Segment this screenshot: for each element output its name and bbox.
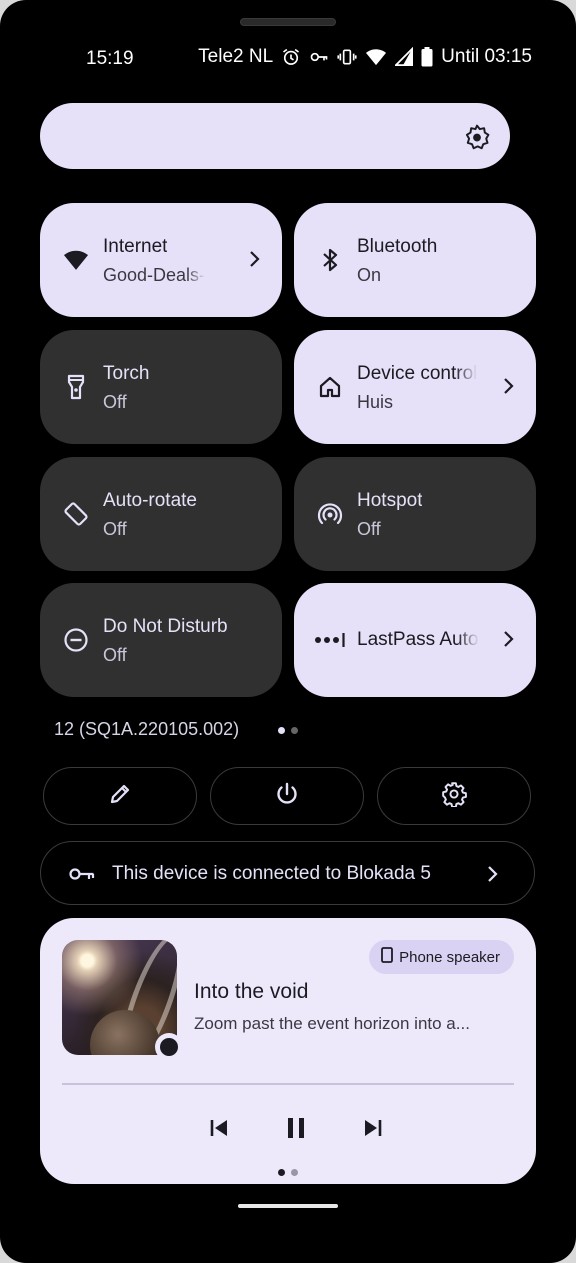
settings-button[interactable] bbox=[377, 767, 531, 825]
build-number[interactable]: 12 (SQ1A.220105.002) bbox=[54, 719, 239, 740]
output-device-label: Phone speaker bbox=[399, 948, 500, 966]
carrier-name: Tele2 NL bbox=[198, 46, 274, 67]
vpn-key-icon bbox=[309, 47, 329, 67]
tile-label: Internet bbox=[103, 236, 168, 257]
wifi-icon bbox=[62, 246, 90, 274]
tile-status: On bbox=[357, 265, 382, 285]
hotspot-icon bbox=[316, 500, 344, 528]
tile-label: Device controls bbox=[357, 363, 477, 384]
settings-icon bbox=[441, 781, 467, 812]
alarm-icon bbox=[281, 47, 301, 67]
phone-screen: 15:19 Tele2 NL Until 03:15 Internet Good… bbox=[0, 0, 576, 1263]
chevron-right-icon bbox=[502, 630, 514, 653]
next-icon bbox=[362, 1117, 384, 1144]
tile-internet[interactable]: Internet Good-Deals- bbox=[40, 203, 282, 317]
rotate-icon bbox=[62, 500, 90, 528]
pause-button[interactable] bbox=[281, 1115, 311, 1145]
wifi-icon bbox=[365, 47, 387, 67]
media-page-indicator bbox=[278, 1169, 298, 1176]
chevron-right-icon bbox=[486, 865, 498, 889]
bluetooth-icon bbox=[316, 246, 344, 274]
media-subtitle: Zoom past the event horizon into a... bbox=[194, 1014, 470, 1033]
vpn-key-icon bbox=[69, 864, 95, 890]
pause-icon bbox=[285, 1116, 307, 1145]
dnd-icon bbox=[62, 626, 90, 654]
tile-torch[interactable]: Torch Off bbox=[40, 330, 282, 444]
tile-label: Hotspot bbox=[357, 490, 423, 511]
tile-auto-rotate[interactable]: Auto-rotate Off bbox=[40, 457, 282, 571]
brightness-slider[interactable] bbox=[40, 103, 510, 169]
torch-icon bbox=[62, 373, 90, 401]
page-dot bbox=[291, 1169, 298, 1176]
status-time: 15:19 bbox=[86, 48, 134, 69]
phone-icon bbox=[381, 947, 393, 967]
tile-lastpass-autofill[interactable]: LastPass Autofill bbox=[294, 583, 536, 697]
speaker-grill bbox=[240, 18, 336, 26]
tile-status: Huis bbox=[357, 392, 394, 412]
previous-icon bbox=[208, 1117, 230, 1144]
tile-device-controls[interactable]: Device controls Huis bbox=[294, 330, 536, 444]
tile-label: Auto-rotate bbox=[103, 490, 197, 511]
chevron-right-icon bbox=[502, 377, 514, 400]
power-button[interactable] bbox=[210, 767, 364, 825]
status-icons: Tele2 NL Until 03:15 bbox=[198, 46, 532, 68]
tile-status: Off bbox=[103, 645, 127, 665]
chevron-right-icon bbox=[248, 250, 260, 273]
page-indicator bbox=[278, 727, 298, 734]
media-title: Into the void bbox=[194, 980, 309, 1003]
page-dot bbox=[278, 727, 285, 734]
tile-label: Torch bbox=[103, 363, 150, 384]
home-icon bbox=[316, 373, 344, 401]
tile-status: Good-Deals- bbox=[103, 265, 206, 285]
tile-label: Bluetooth bbox=[357, 236, 438, 257]
media-player-card[interactable]: Phone speaker Into the void Zoom past th… bbox=[40, 918, 536, 1184]
battery-icon bbox=[421, 47, 433, 67]
brightness-icon bbox=[464, 124, 490, 155]
drag-handle[interactable] bbox=[238, 1204, 338, 1208]
tile-do-not-disturb[interactable]: Do Not Disturb Off bbox=[40, 583, 282, 697]
password-icon bbox=[314, 626, 346, 654]
next-button[interactable] bbox=[358, 1115, 388, 1145]
tile-status: Off bbox=[103, 392, 127, 412]
tile-bluetooth[interactable]: Bluetooth On bbox=[294, 203, 536, 317]
vpn-notice-text: This device is connected to Blokada 5 bbox=[112, 863, 431, 884]
app-badge-icon bbox=[155, 1033, 183, 1061]
edit-icon bbox=[108, 782, 132, 811]
vibrate-icon bbox=[337, 47, 357, 67]
tile-label: Do Not Disturb bbox=[103, 616, 228, 637]
output-device-chip[interactable]: Phone speaker bbox=[369, 940, 514, 974]
page-dot bbox=[291, 727, 298, 734]
previous-button[interactable] bbox=[204, 1115, 234, 1145]
edit-button[interactable] bbox=[43, 767, 197, 825]
power-icon bbox=[274, 781, 300, 812]
status-bar: 15:19 Tele2 NL Until 03:15 bbox=[0, 44, 576, 74]
signal-icon bbox=[395, 47, 414, 67]
media-seekbar[interactable] bbox=[62, 1083, 514, 1085]
tile-status: Off bbox=[357, 519, 381, 539]
tile-hotspot[interactable]: Hotspot Off bbox=[294, 457, 536, 571]
tile-status: Off bbox=[103, 519, 127, 539]
page-dot bbox=[278, 1169, 285, 1176]
battery-text: Until 03:15 bbox=[441, 46, 532, 67]
tile-label: LastPass Autofill bbox=[357, 629, 479, 650]
vpn-notice[interactable]: This device is connected to Blokada 5 bbox=[40, 841, 535, 905]
